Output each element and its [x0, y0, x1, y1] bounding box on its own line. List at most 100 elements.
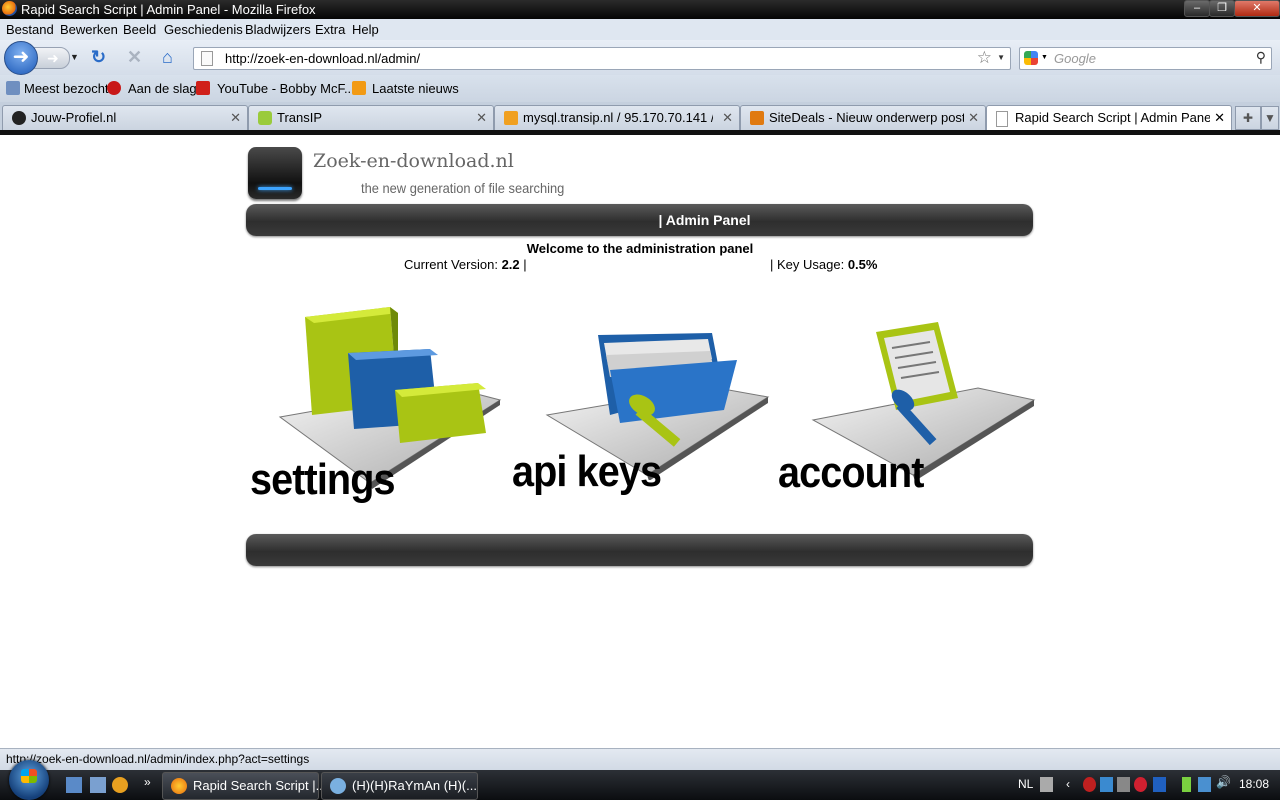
menu-bar: Bestand Bewerken Beeld Geschiedenis Blad…	[0, 19, 1280, 40]
task-label: (H)(H)RaYmAn (H)(...	[352, 778, 477, 793]
search-icon[interactable]: ⚲	[1256, 49, 1266, 66]
windows-taskbar: » Rapid Search Script |... (H)(H)RaYmAn …	[0, 760, 1280, 800]
jouw-profiel-favicon	[12, 111, 26, 125]
search-input[interactable]: Google	[1054, 51, 1096, 66]
bookmark-laatste-nieuws[interactable]: Laatste nieuws	[372, 81, 459, 96]
quicklaunch-more-icon[interactable]: »	[144, 775, 151, 789]
engine-dropdown-icon[interactable]: ▼	[1041, 54, 1048, 61]
status-text: http://zoek-en-download.nl/admin/index.p…	[6, 752, 310, 766]
close-tab-icon[interactable]: ✕	[968, 110, 979, 126]
phpmyadmin-favicon	[504, 111, 518, 125]
volume-icon[interactable]: 🔊	[1216, 775, 1231, 789]
history-dropdown-icon[interactable]: ▼	[70, 52, 79, 62]
key-usage-info: | Key Usage: 0.5%	[770, 257, 877, 272]
messenger-tray-icon[interactable]	[1153, 777, 1166, 792]
network-users-icon[interactable]	[1100, 777, 1113, 792]
tab-sitedeals[interactable]: SiteDeals - Nieuw onderwerp posten ✕	[740, 105, 986, 130]
version-separator: |	[523, 257, 527, 272]
switch-windows-icon[interactable]	[90, 777, 106, 793]
menu-item-bewerken[interactable]: Bewerken	[60, 22, 118, 37]
messenger-icon	[330, 778, 346, 794]
media-player-icon[interactable]	[112, 777, 128, 793]
close-window-button[interactable]: ✕	[1234, 0, 1280, 17]
bookmark-aan-de-slag[interactable]: Aan de slag	[128, 81, 197, 96]
keyboard-icon[interactable]	[1040, 777, 1053, 792]
account-label[interactable]: account	[778, 448, 924, 498]
key-usage-value: 0.5%	[847, 257, 878, 272]
version-value: 2.2	[501, 257, 520, 272]
clock[interactable]: 18:08	[1239, 777, 1269, 791]
back-forward-group: ➜ ➜ ▼	[4, 41, 79, 75]
menu-item-extra[interactable]: Extra	[315, 22, 345, 37]
page-icon	[201, 51, 213, 66]
list-tabs-button[interactable]: ▼	[1261, 106, 1279, 130]
bookmark-meest-bezocht[interactable]: Meest bezocht	[24, 81, 109, 96]
api-keys-tile[interactable]: api keys	[512, 315, 770, 505]
tab-bar: Jouw-Profiel.nl ✕ TransIP ✕ mysql.transi…	[0, 102, 1280, 131]
back-button[interactable]: ➜	[4, 41, 38, 75]
tab-transip[interactable]: TransIP ✕	[248, 105, 494, 130]
version-label: Current Version:	[404, 257, 498, 272]
stop-icon[interactable]: ✕	[127, 48, 142, 66]
tab-label: mysql.transip.nl / 95.170.70.141 / j...	[523, 110, 713, 125]
settings-label[interactable]: settings	[250, 455, 396, 505]
show-desktop-icon[interactable]	[66, 777, 82, 793]
key-usage-label: | Key Usage:	[770, 257, 845, 272]
site-logo-title: Zoek-en-download.nl	[313, 150, 514, 172]
forward-button[interactable]: ➜	[34, 47, 70, 69]
reload-icon[interactable]: ↻	[91, 48, 106, 66]
close-tab-icon[interactable]: ✕	[476, 110, 487, 126]
close-tab-icon[interactable]: ✕	[722, 110, 733, 126]
taskbar-messenger-window[interactable]: (H)(H)RaYmAn (H)(...	[321, 772, 478, 800]
menu-item-beeld[interactable]: Beeld	[123, 22, 156, 37]
url-dropdown-icon[interactable]: ▼	[997, 53, 1005, 62]
bookmark-youtube[interactable]: YouTube - Bobby McF...	[217, 81, 355, 96]
rss-feed-icon	[352, 81, 366, 95]
url-bar[interactable]: http://zoek-en-download.nl/admin/ ☆ ▼	[193, 47, 1011, 70]
bluetooth-icon[interactable]	[1117, 777, 1130, 792]
battery-icon[interactable]	[1182, 777, 1191, 792]
start-button[interactable]	[9, 760, 49, 800]
menu-item-help[interactable]: Help	[352, 22, 379, 37]
menu-item-bestand[interactable]: Bestand	[6, 22, 54, 37]
tray-expand-icon[interactable]: ‹	[1066, 777, 1070, 791]
api-keys-label[interactable]: api keys	[512, 447, 662, 497]
version-info: Current Version: 2.2 |	[404, 257, 527, 272]
google-icon[interactable]	[1024, 51, 1038, 65]
task-label: Rapid Search Script |...	[193, 778, 327, 793]
network-icon[interactable]	[1198, 777, 1211, 792]
account-tile[interactable]: account	[778, 320, 1036, 505]
new-tab-button[interactable]: ✚	[1235, 106, 1261, 130]
windows-logo-icon	[21, 769, 37, 783]
admin-footer-bar	[246, 534, 1033, 566]
menu-item-bladwijzers[interactable]: Bladwijzers	[245, 22, 311, 37]
home-icon[interactable]: ⌂	[162, 48, 173, 66]
window-title-bar[interactable]: Rapid Search Script | Admin Panel - Mozi…	[0, 0, 1280, 19]
tab-label: TransIP	[277, 110, 323, 125]
menu-item-geschiedenis[interactable]: Geschiedenis	[164, 22, 243, 37]
language-indicator[interactable]: NL	[1018, 777, 1033, 791]
window-title: Rapid Search Script | Admin Panel - Mozi…	[21, 2, 316, 17]
maximize-button[interactable]: ❐	[1209, 0, 1235, 17]
tab-jouw-profiel[interactable]: Jouw-Profiel.nl ✕	[2, 105, 248, 130]
status-bar: http://zoek-en-download.nl/admin/index.p…	[0, 748, 1280, 770]
url-text[interactable]: http://zoek-en-download.nl/admin/	[225, 51, 420, 66]
security-alert-icon[interactable]	[1083, 777, 1096, 792]
tab-rapid-search-admin[interactable]: Rapid Search Script | Admin Panel ✕	[986, 105, 1232, 131]
search-bar[interactable]: ▼ Google ⚲	[1019, 47, 1272, 70]
tab-label: Rapid Search Script | Admin Panel	[1015, 110, 1210, 125]
blank-page-favicon	[996, 111, 1008, 127]
taskbar-firefox-window[interactable]: Rapid Search Script |...	[162, 772, 326, 800]
firefox-icon	[171, 778, 187, 794]
close-tab-icon[interactable]: ✕	[230, 110, 241, 126]
tab-phpmyadmin[interactable]: mysql.transip.nl / 95.170.70.141 / j... …	[494, 105, 740, 130]
site-logo-subtitle: the new generation of file searching	[361, 180, 565, 196]
minimize-button[interactable]: –	[1184, 0, 1210, 17]
bookmark-star-icon[interactable]: ☆	[977, 48, 992, 68]
close-tab-icon[interactable]: ✕	[1214, 110, 1225, 126]
sitedeals-favicon	[750, 111, 764, 125]
settings-tile[interactable]: settings	[250, 305, 502, 505]
youtube-icon	[196, 81, 210, 95]
adobe-icon[interactable]	[1134, 777, 1147, 792]
navigation-toolbar: ➜ ➜ ▼ ↻ ✕ ⌂ http://zoek-en-download.nl/a…	[0, 40, 1280, 75]
